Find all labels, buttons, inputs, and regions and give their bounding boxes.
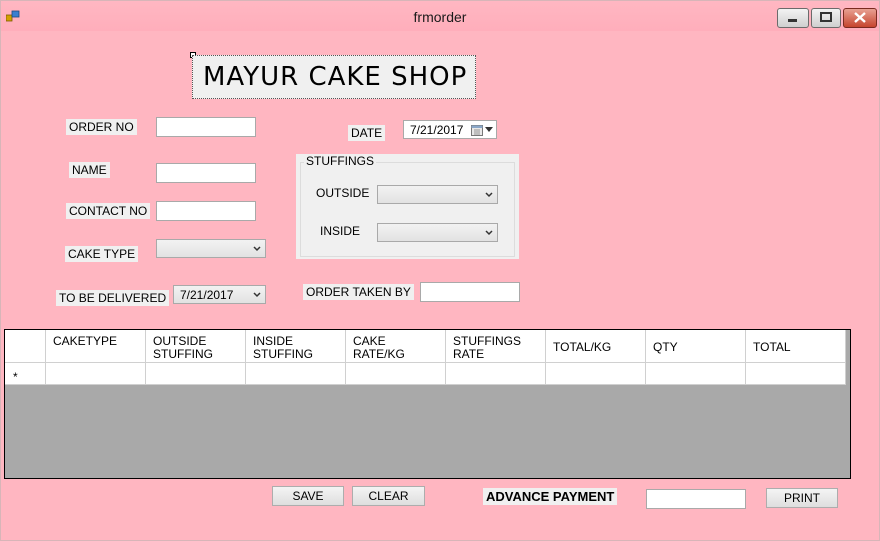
groupbox-frame: [300, 162, 515, 257]
table-cell[interactable]: [646, 363, 746, 385]
inside-stuffing-select[interactable]: [377, 223, 498, 242]
col-header-caketype[interactable]: CAKETYPE: [46, 330, 146, 363]
table-cell[interactable]: [246, 363, 346, 385]
caret-down-icon: [485, 127, 493, 132]
chevron-down-icon: [485, 230, 493, 236]
contact-no-label: CONTACT NO: [66, 203, 151, 219]
date-label: DATE: [348, 125, 386, 141]
minimize-button[interactable]: [777, 8, 809, 28]
cake-type-select[interactable]: [156, 239, 266, 258]
print-button[interactable]: PRINT: [766, 488, 838, 508]
advance-payment-input[interactable]: [646, 489, 746, 509]
col-header-qty[interactable]: QTY: [646, 330, 746, 363]
delivery-date-picker[interactable]: 7/21/2017: [173, 285, 266, 304]
window-title: frmorder: [413, 9, 467, 25]
chevron-down-icon: [253, 246, 261, 252]
chevron-down-icon: [253, 292, 261, 298]
close-icon: [854, 12, 866, 23]
maximize-icon: [820, 12, 832, 22]
col-header-inside-stuffing[interactable]: INSIDE STUFFING: [246, 330, 346, 363]
shop-banner: MAYUR CAKE SHOP: [192, 55, 476, 99]
table-cell[interactable]: [446, 363, 546, 385]
cake-type-label: CAKE TYPE: [65, 246, 139, 262]
inside-label: INSIDE: [320, 224, 361, 238]
calendar-icon[interactable]: [471, 124, 483, 136]
title-bar[interactable]: frmorder: [1, 1, 879, 31]
col-header-outside-stuffing[interactable]: OUTSIDE STUFFING: [146, 330, 246, 363]
order-no-input[interactable]: [156, 117, 256, 137]
stuffings-legend: STUFFINGS: [304, 154, 376, 168]
close-button[interactable]: [843, 8, 877, 28]
new-row-marker[interactable]: *: [5, 363, 46, 385]
table-cell[interactable]: [146, 363, 246, 385]
table-cell[interactable]: [346, 363, 446, 385]
name-input[interactable]: [156, 163, 256, 183]
advance-payment-label: ADVANCE PAYMENT: [483, 488, 618, 505]
minimize-icon: [788, 19, 797, 22]
to-be-delivered-label: TO BE DELIVERED: [56, 290, 170, 306]
row-header-corner: [5, 330, 46, 363]
table-cell[interactable]: [746, 363, 846, 385]
app-window: frmorder MAYUR CAKE SHOP ORDER NO NAME C…: [0, 0, 880, 541]
name-label: NAME: [69, 162, 110, 178]
col-header-cake-rate[interactable]: CAKE RATE/KG: [346, 330, 446, 363]
maximize-button[interactable]: [811, 8, 841, 28]
order-grid[interactable]: CAKETYPE OUTSIDE STUFFING INSIDE STUFFIN…: [4, 329, 851, 479]
outside-label: OUTSIDE: [316, 186, 370, 200]
chevron-down-icon: [485, 192, 493, 198]
date-value: 7/21/2017: [410, 123, 464, 137]
contact-no-input[interactable]: [156, 201, 256, 221]
table-cell[interactable]: [46, 363, 146, 385]
col-header-total[interactable]: TOTAL: [746, 330, 846, 363]
order-taken-by-label: ORDER TAKEN BY: [303, 284, 414, 300]
col-header-stuffings-rate[interactable]: STUFFINGS RATE: [446, 330, 546, 363]
shop-title: MAYUR CAKE SHOP: [203, 62, 468, 92]
clear-button[interactable]: CLEAR: [352, 486, 425, 506]
col-header-total-kg[interactable]: TOTAL/KG: [546, 330, 646, 363]
outside-stuffing-select[interactable]: [377, 185, 498, 204]
order-no-label: ORDER NO: [66, 119, 137, 135]
table-cell[interactable]: [546, 363, 646, 385]
delivery-date-value: 7/21/2017: [180, 288, 234, 302]
save-button[interactable]: SAVE: [272, 486, 344, 506]
date-picker[interactable]: 7/21/2017: [403, 120, 497, 139]
order-taken-by-input[interactable]: [420, 282, 520, 302]
stuffings-groupbox: STUFFINGS OUTSIDE INSIDE: [296, 154, 519, 259]
